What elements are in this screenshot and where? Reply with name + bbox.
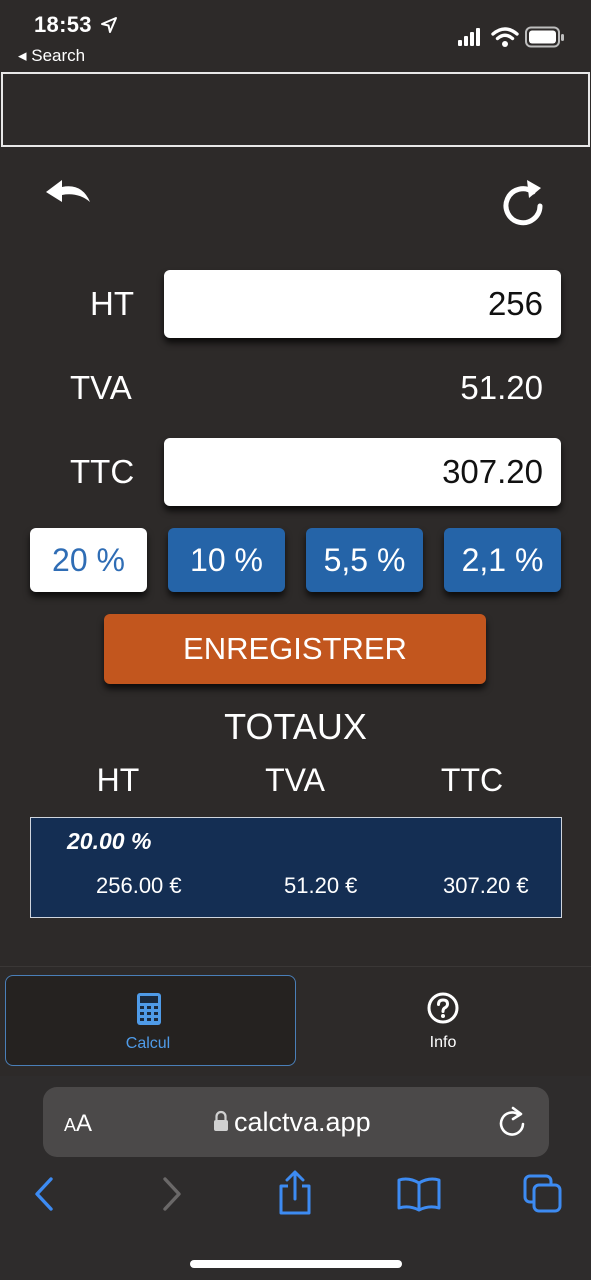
totals-header-ht: HT [96, 762, 140, 798]
bookmarks-icon[interactable] [397, 1176, 441, 1212]
tab-calcul[interactable]: Calcul [5, 975, 296, 1066]
ttc-input[interactable]: 307.20 [164, 438, 561, 506]
rate-5-5-button[interactable]: 5,5 % [306, 528, 423, 592]
tab-info[interactable]: Info [296, 975, 587, 1066]
tva-label: TVA [70, 369, 132, 406]
wifi-icon [491, 27, 519, 47]
back-chevron-icon[interactable] [32, 1176, 56, 1212]
aa-small: A [64, 1115, 77, 1135]
lock-icon [214, 1110, 228, 1131]
rate-20-button[interactable]: 20 % [30, 528, 147, 592]
save-button[interactable]: ENREGISTRER [104, 614, 486, 684]
totals-header-ttc: TTC [440, 762, 504, 798]
back-to-search-link[interactable]: ◂ Search [18, 46, 85, 66]
tva-value: 51.20 [460, 369, 543, 406]
totals-row-tva: 51.20 € [284, 873, 358, 898]
url-text: calctva.app [234, 1107, 371, 1137]
tab-calcul-label: Calcul [125, 1035, 171, 1052]
totals-row[interactable]: 20.00 % 256.00 € 51.20 € 307.20 € [30, 817, 562, 918]
rate-2-1-button[interactable]: 2,1 % [444, 528, 561, 592]
question-circle-icon [427, 992, 459, 1024]
tab-info-label: Info [429, 1034, 457, 1051]
battery-icon [525, 26, 564, 48]
reload-icon[interactable] [500, 178, 548, 230]
location-arrow-icon [101, 17, 118, 33]
page-reload-icon[interactable] [498, 1106, 528, 1138]
totals-row-rate: 20.00 % [67, 828, 152, 854]
calculator-icon [137, 993, 161, 1025]
share-icon[interactable] [277, 1170, 313, 1216]
forward-chevron-icon [163, 1177, 181, 1211]
totals-header-tva: TVA [265, 762, 325, 798]
tabs-icon[interactable] [523, 1174, 563, 1214]
status-time: 18:53 [34, 12, 118, 38]
totals-row-ttc: 307.20 € [443, 873, 529, 898]
cellular-signal-icon [458, 28, 484, 46]
ht-input[interactable]: 256 [164, 270, 561, 338]
aa-large: A [76, 1110, 93, 1137]
reader-aa-button[interactable]: AA [64, 1110, 92, 1138]
ttc-label: TTC [70, 453, 135, 490]
undo-icon[interactable] [44, 178, 92, 210]
rate-10-button[interactable]: 10 % [168, 528, 285, 592]
ad-banner [1, 72, 590, 147]
home-indicator [190, 1260, 402, 1268]
totals-row-ht: 256.00 € [96, 873, 182, 898]
totals-title: TOTAUX [224, 706, 367, 747]
ht-label: HT [90, 285, 134, 322]
